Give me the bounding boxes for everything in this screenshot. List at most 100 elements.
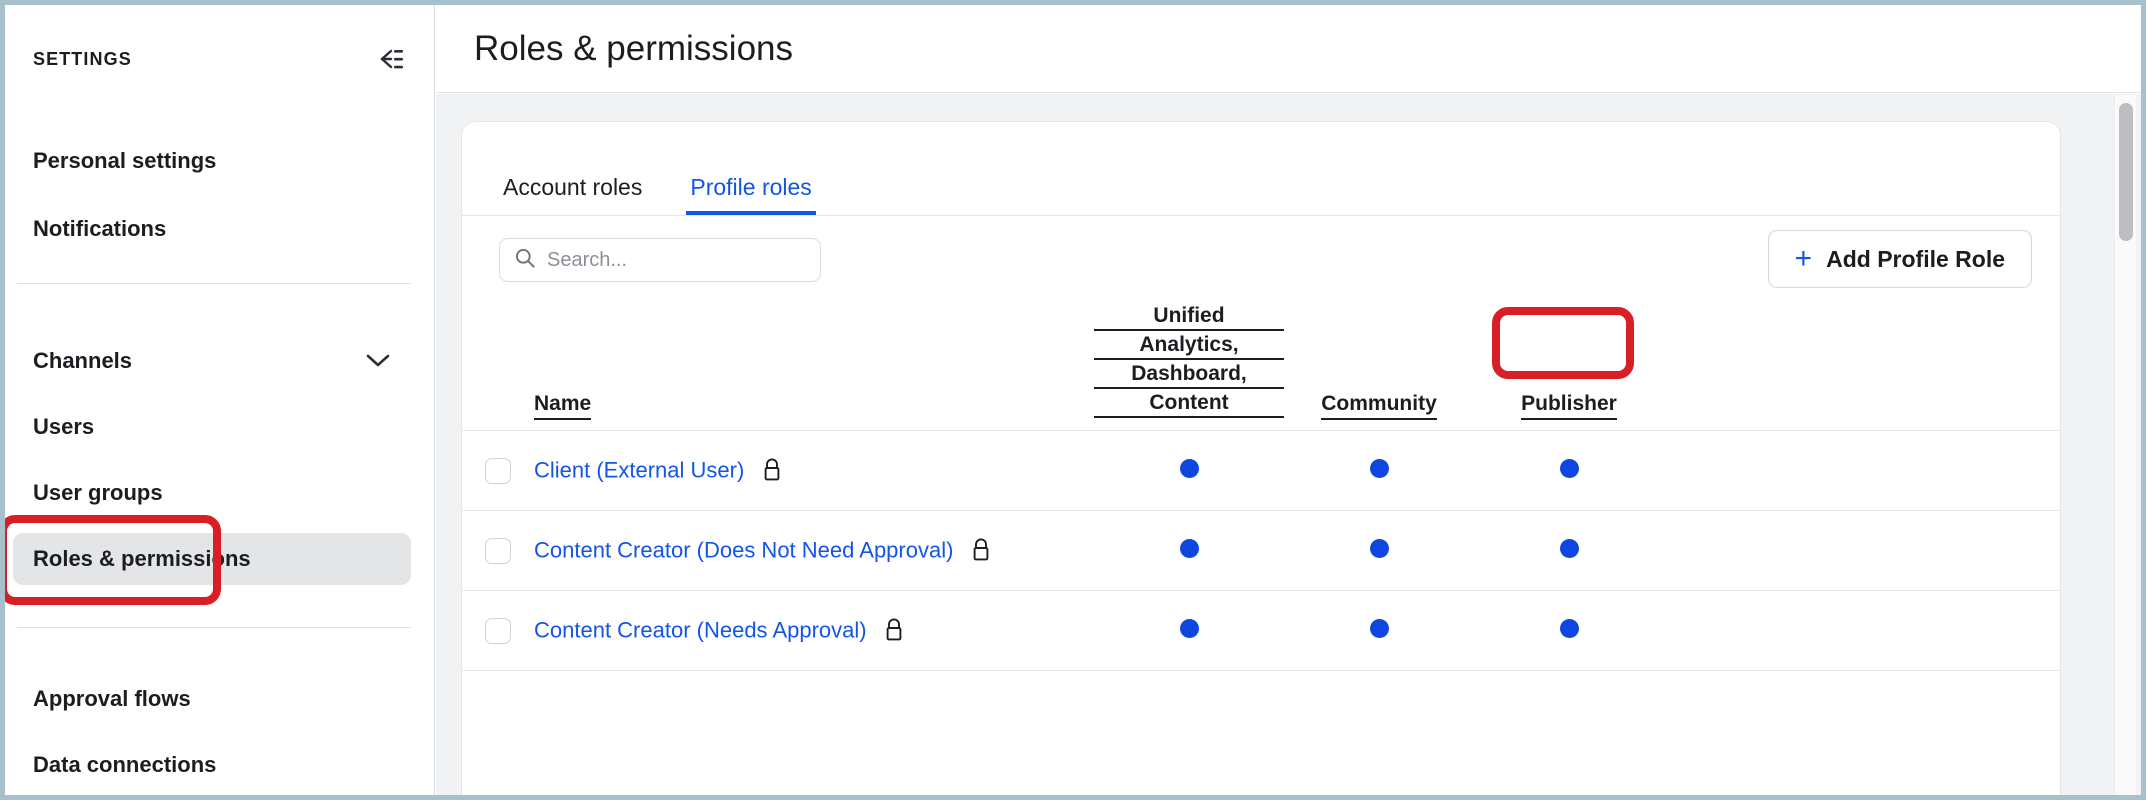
permission-dot [1370,619,1389,638]
tab-label: Profile roles [690,174,811,200]
search-input[interactable]: Search... [499,238,821,282]
scrollbar-thumb[interactable] [2119,103,2133,241]
row-publisher-cell [1474,671,1664,751]
sidebar-item-data-connections[interactable]: Data connections [13,739,411,791]
row-community-cell [1284,671,1474,751]
permission-dot [1180,539,1199,558]
sidebar-item-label: Users [33,414,94,440]
sidebar-item-label: Roles & permissions [33,546,251,572]
main-content: Roles & permissions Account roles Profil… [436,5,2141,795]
plus-icon: + [1795,244,1813,274]
row-checkbox-cell [462,431,534,511]
search-placeholder: Search... [547,249,627,272]
page-header: Roles & permissions [436,5,2141,93]
row-spacer-cell [1664,511,2060,591]
header-line: Dashboard, [1094,362,1284,389]
row-spacer-cell [1664,431,2060,511]
sidebar-group-3: Approval flows Data connections [5,673,435,791]
row-publisher-cell [1474,511,1664,591]
row-checkbox-cell [462,591,534,671]
sidebar-header: SETTINGS [5,5,435,113]
sidebar-item-label: Personal settings [33,148,216,174]
row-checkbox-cell [462,511,534,591]
table-row: Content Creator (Does Not Need Approval) [462,511,2060,591]
chevron-down-icon [365,348,391,374]
role-name-link[interactable]: Client (External User) [534,458,744,483]
row-unified-cell [1094,511,1284,591]
add-profile-role-label: Add Profile Role [1826,246,2005,273]
app-window: SETTINGS Personal settings Notifications [0,0,2146,800]
roles-table: Name Unified Analytics, Dashboard, Conte… [462,304,2060,751]
table-toolbar: Search... + Add Profile Role [462,216,2060,304]
row-spacer-cell [1664,591,2060,671]
header-line: Content [1094,391,1284,418]
sidebar-item-personal-settings[interactable]: Personal settings [13,135,411,187]
add-profile-role-button[interactable]: + Add Profile Role [1768,230,2032,288]
row-name-cell: Client (External User) [534,431,1094,511]
header-unified-analytics[interactable]: Unified Analytics, Dashboard, Content [1094,304,1284,431]
collapse-panel-icon[interactable] [371,42,405,76]
table-header: Name Unified Analytics, Dashboard, Conte… [462,304,2060,431]
permission-dot [1560,459,1579,478]
row-checkbox[interactable] [485,618,511,644]
row-name-cell: Content Creator (Needs Approval) [534,591,1094,671]
sidebar-group-1: Personal settings Notifications [5,135,435,255]
sidebar-divider-1 [17,283,411,284]
sidebar-group-2: Channels Users User groups Roles & permi… [5,335,435,585]
row-unified-cell [1094,671,1284,751]
row-unified-cell [1094,591,1284,671]
table-body: Client (External User) [462,431,2060,751]
row-community-cell [1284,591,1474,671]
tabs-bar: Account roles Profile roles [462,122,2060,216]
vertical-scrollbar[interactable] [2114,95,2136,795]
row-community-cell [1284,511,1474,591]
content-area: Account roles Profile roles [436,94,2141,795]
table-row [462,671,2060,751]
table-header-row: Name Unified Analytics, Dashboard, Conte… [462,304,2060,431]
search-icon [514,247,536,274]
row-unified-cell [1094,431,1284,511]
permission-dot [1180,459,1199,478]
row-checkbox[interactable] [485,538,511,564]
tab-profile-roles[interactable]: Profile roles [686,174,815,215]
sidebar-item-channels[interactable]: Channels [13,335,411,387]
sidebar-title: SETTINGS [33,49,132,70]
header-community[interactable]: Community [1284,304,1474,431]
header-checkbox [462,304,534,431]
header-name[interactable]: Name [534,304,1094,431]
permission-dot [1560,619,1579,638]
settings-sidebar: SETTINGS Personal settings Notifications [5,5,435,795]
sidebar-item-label: Channels [33,348,132,374]
permission-dot [1560,539,1579,558]
roles-card: Account roles Profile roles [461,121,2061,795]
row-checkbox[interactable] [485,458,511,484]
header-line: Unified [1094,304,1284,331]
lock-icon [761,457,783,488]
table-row: Client (External User) [462,431,2060,511]
role-name-link[interactable]: Content Creator (Needs Approval) [534,618,867,643]
row-publisher-cell [1474,431,1664,511]
sidebar-item-label: Approval flows [33,686,191,712]
row-spacer-cell [1664,671,2060,751]
row-name-cell [534,671,1094,751]
sidebar-item-user-groups[interactable]: User groups [13,467,411,519]
sidebar-item-label: Notifications [33,216,166,242]
row-name-cell: Content Creator (Does Not Need Approval) [534,511,1094,591]
row-publisher-cell [1474,591,1664,671]
tab-account-roles[interactable]: Account roles [499,174,646,215]
sidebar-divider-2 [17,627,411,628]
header-community-label: Community [1321,393,1437,420]
lock-icon [883,617,905,648]
sidebar-item-label: Data connections [33,752,216,778]
sidebar-item-approval-flows[interactable]: Approval flows [13,673,411,725]
sidebar-item-users[interactable]: Users [13,401,411,453]
header-line: Analytics, [1094,333,1284,360]
lock-icon [970,537,992,568]
sidebar-item-roles-permissions[interactable]: Roles & permissions [13,533,411,585]
header-publisher-label: Publisher [1521,393,1617,420]
sidebar-item-notifications[interactable]: Notifications [13,203,411,255]
header-publisher[interactable]: Publisher [1474,304,1664,431]
role-name-link[interactable]: Content Creator (Does Not Need Approval) [534,538,953,563]
permission-dot [1180,619,1199,638]
header-spacer [1664,304,2060,431]
